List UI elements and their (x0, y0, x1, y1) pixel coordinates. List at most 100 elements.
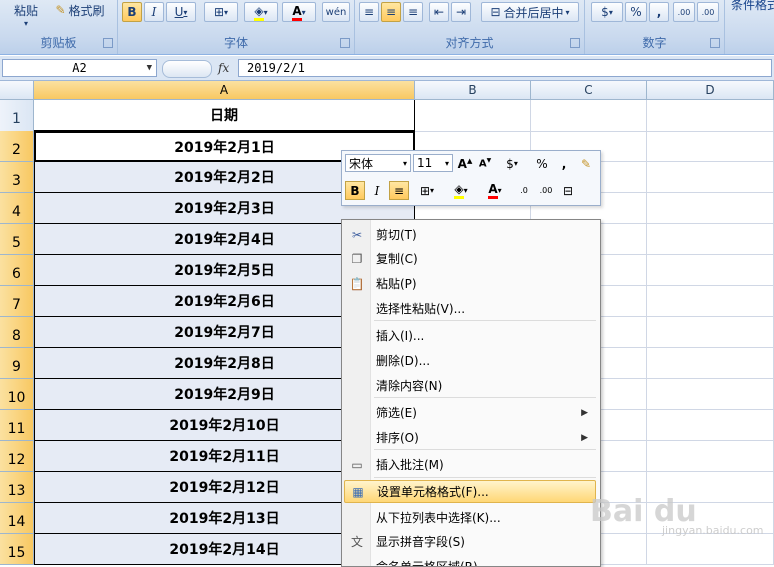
align-left-button[interactable]: ≡ (359, 2, 379, 22)
empty-cell[interactable] (647, 255, 774, 286)
bold-button[interactable]: B (122, 2, 142, 22)
insert-function-icon[interactable]: fx (218, 61, 229, 75)
context-menu-item[interactable]: 清除内容(N) (344, 374, 596, 397)
dialog-launcher-icon[interactable] (103, 38, 113, 48)
select-all-button[interactable] (0, 81, 34, 100)
context-menu-item[interactable]: 删除(D)... (344, 349, 596, 372)
context-menu-item[interactable]: 插入(I)... (344, 324, 596, 347)
context-menu-item[interactable]: 📋 粘贴(P) (344, 272, 596, 295)
format-painter-button[interactable]: ✎ 格式刷 (50, 0, 110, 20)
row-header[interactable]: 15 (0, 534, 34, 565)
paste-button[interactable]: 粘贴 ▾ (8, 0, 44, 30)
context-menu-item[interactable]: 选择性粘贴(V)... (344, 297, 596, 320)
borders-button[interactable]: ⊞ ▾ (204, 2, 238, 22)
merge-center-button[interactable]: ⊟ 合并后居中 ▾ (481, 2, 579, 22)
row-header[interactable]: 7 (0, 286, 34, 317)
context-menu-item[interactable]: 排序(O) ▶ (344, 426, 596, 449)
mini-merge-button[interactable]: ⊟ (558, 181, 578, 200)
underline-button[interactable]: U ▾ (166, 2, 196, 22)
grow-font-icon: A▲ (457, 156, 473, 171)
empty-cell[interactable] (647, 100, 774, 132)
context-menu-item[interactable]: 命名单元格区域(R)... (344, 555, 596, 566)
empty-cell[interactable] (647, 286, 774, 317)
font-color-button[interactable]: A ▾ (282, 2, 316, 22)
increase-decimal-button[interactable]: .00 (673, 2, 695, 22)
font-size-select[interactable]: 11 ▾ (413, 154, 453, 172)
conditional-format-button[interactable]: 条件格式 (731, 0, 774, 13)
row-header[interactable]: 1 (0, 100, 34, 132)
empty-cell[interactable] (647, 534, 774, 565)
empty-cell[interactable] (647, 224, 774, 255)
context-menu-item[interactable]: 文显示拼音字段(S) (344, 530, 596, 553)
row-header[interactable]: 9 (0, 348, 34, 379)
empty-cell[interactable] (647, 317, 774, 348)
row-header[interactable]: 2 (0, 131, 34, 162)
row-header[interactable]: 10 (0, 379, 34, 410)
decrease-indent-button[interactable]: ⇤ (429, 2, 449, 22)
context-menu-item[interactable]: 从下拉列表中选择(K)... (344, 506, 596, 529)
comma-style-button[interactable]: , (554, 154, 574, 173)
mini-increase-decimal-button[interactable]: .0 (514, 181, 534, 200)
mini-italic-button[interactable]: I (367, 181, 387, 200)
empty-cell[interactable] (647, 348, 774, 379)
align-center-button[interactable]: ≡ (381, 2, 401, 22)
empty-cell[interactable] (647, 410, 774, 441)
formula-input[interactable]: 2019/2/1 (238, 59, 772, 77)
currency-button[interactable]: $ ▾ (591, 2, 623, 22)
font-name-select[interactable]: 宋体 ▾ (345, 154, 411, 172)
column-header-d[interactable]: D (647, 81, 774, 100)
format-painter-icon[interactable]: ✎ (576, 154, 596, 173)
column-header-b[interactable]: B (415, 81, 531, 100)
row-header[interactable]: 4 (0, 193, 34, 224)
column-header-c[interactable]: C (531, 81, 647, 100)
dialog-launcher-icon[interactable] (710, 38, 720, 48)
grow-font-button[interactable]: A▲ (455, 154, 475, 173)
empty-cell[interactable] (647, 193, 774, 224)
font-color-icon: A (292, 4, 302, 21)
percent-style-button[interactable]: % (532, 154, 552, 173)
comma-button[interactable]: , (649, 2, 669, 22)
accounting-format-button[interactable]: $ ▾ (498, 154, 526, 173)
dialog-launcher-icon[interactable] (570, 38, 580, 48)
formula-bar-splitter[interactable] (162, 60, 212, 78)
mini-font-color-button[interactable]: A ▾ (480, 181, 510, 200)
decrease-decimal-button[interactable]: .00 (697, 2, 719, 22)
context-menu-item[interactable]: ✂ 剪切(T) (344, 223, 596, 246)
chevron-down-icon[interactable]: ▼ (147, 63, 152, 73)
empty-cell[interactable] (647, 162, 774, 193)
row-header[interactable]: 11 (0, 410, 34, 441)
context-menu-item[interactable]: ▭ 插入批注(M) (344, 453, 596, 476)
phonetic-button[interactable]: wén (322, 2, 350, 22)
shrink-font-button[interactable]: A▼ (475, 154, 495, 173)
mini-fill-color-button[interactable]: ◈ ▾ (446, 181, 476, 200)
column-header-a[interactable]: A (34, 81, 415, 100)
mini-center-button[interactable]: ≡ (389, 181, 409, 200)
mini-decrease-decimal-button[interactable]: .00 (536, 181, 556, 200)
context-menu-item[interactable]: ▦ 设置单元格格式(F)... (344, 480, 596, 503)
empty-cell[interactable] (647, 441, 774, 472)
header-cell[interactable]: 日期 (34, 100, 415, 132)
context-menu-item[interactable]: ❐ 复制(C) (344, 247, 596, 270)
italic-button[interactable]: I (144, 2, 164, 22)
dialog-launcher-icon[interactable] (340, 38, 350, 48)
context-menu-item-label: 复制(C) (376, 252, 418, 266)
empty-cell[interactable] (531, 100, 647, 132)
row-header[interactable]: 5 (0, 224, 34, 255)
row-header[interactable]: 12 (0, 441, 34, 472)
row-header[interactable]: 3 (0, 162, 34, 193)
empty-cell[interactable] (647, 131, 774, 162)
mini-bold-button[interactable]: B (345, 181, 365, 200)
align-right-button[interactable]: ≡ (403, 2, 423, 22)
row-header[interactable]: 8 (0, 317, 34, 348)
empty-cell[interactable] (415, 100, 531, 132)
percent-button[interactable]: % (625, 2, 647, 22)
context-menu-item[interactable]: 筛选(E) ▶ (344, 401, 596, 424)
row-header[interactable]: 6 (0, 255, 34, 286)
row-header[interactable]: 13 (0, 472, 34, 503)
increase-indent-button[interactable]: ⇥ (451, 2, 471, 22)
name-box[interactable]: A2 ▼ (2, 59, 157, 77)
row-header[interactable]: 14 (0, 503, 34, 534)
empty-cell[interactable] (647, 379, 774, 410)
fill-color-button[interactable]: ◈ ▾ (244, 2, 278, 22)
mini-borders-button[interactable]: ⊞ ▾ (412, 181, 442, 200)
